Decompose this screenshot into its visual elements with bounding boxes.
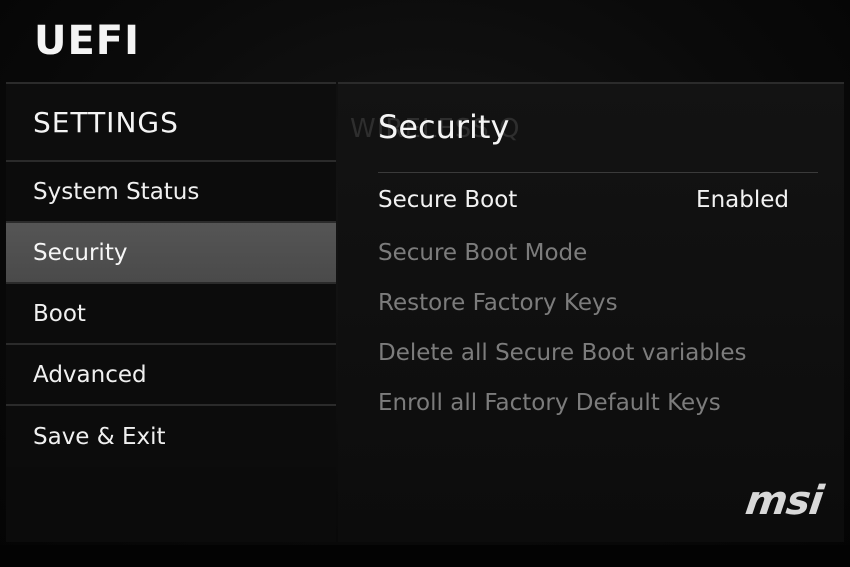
sidebar-item-advanced[interactable]: Advanced [6,345,336,406]
option-label: Restore Factory Keys [378,290,618,316]
uefi-screen: UEFI SETTINGS System Status Security Boo… [0,0,850,567]
sidebar-item-label: Boot [33,300,86,327]
sidebar-item-system-status[interactable]: System Status [6,162,336,223]
sidebar-item-security[interactable]: Security [6,223,336,284]
sidebar-item-label: Security [33,239,128,266]
option-label: Secure Boot Mode [378,240,588,266]
sidebar-item-label: Save & Exit [33,423,166,450]
option-delete-secure-boot-variables: Delete all Secure Boot variables [378,340,798,366]
option-enroll-factory-default-keys: Enroll all Factory Default Keys [378,390,798,416]
option-label: Secure Boot [378,187,518,213]
msi-logo: msi [742,478,826,524]
sidebar-item-save-exit[interactable]: Save & Exit [6,406,336,467]
security-panel: WIRELESS Q Security Secure Boot Enabled … [338,82,844,542]
option-secure-boot-value[interactable]: Enabled [696,187,789,213]
sidebar-item-label: System Status [33,178,200,205]
option-label: Enroll all Factory Default Keys [378,390,721,416]
sidebar-item-label: Advanced [33,361,147,388]
bottom-bezel [0,545,850,567]
option-secure-boot-mode: Secure Boot Mode [378,240,798,266]
panel-title: Security [378,108,510,146]
settings-sidebar: SETTINGS System Status Security Boot Adv… [6,82,336,542]
sidebar-item-boot[interactable]: Boot [6,284,336,345]
app-title: UEFI [34,18,141,64]
option-label: Delete all Secure Boot variables [378,340,747,366]
panel-divider [378,172,818,173]
option-restore-factory-keys: Restore Factory Keys [378,290,798,316]
sidebar-header: SETTINGS [6,82,336,162]
